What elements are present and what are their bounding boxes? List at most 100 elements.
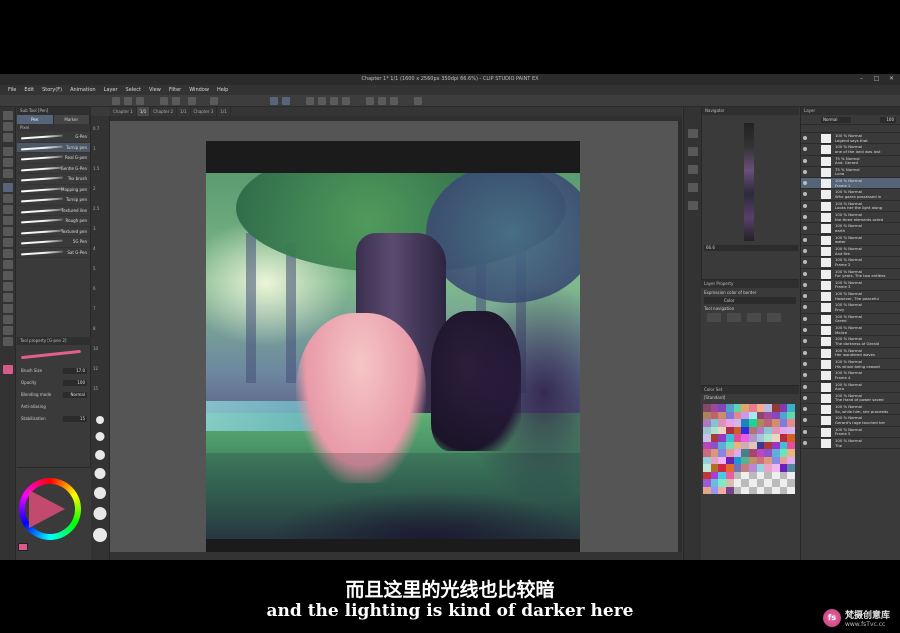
- color-swatch[interactable]: [748, 434, 757, 442]
- info-icon[interactable]: [688, 165, 698, 174]
- color-swatch[interactable]: [733, 426, 742, 434]
- eye-icon[interactable]: [803, 418, 807, 423]
- color-swatch[interactable]: [733, 449, 742, 457]
- color-swatch[interactable]: [741, 471, 749, 479]
- color-swatch[interactable]: [771, 456, 780, 464]
- color-swatch[interactable]: [756, 479, 765, 487]
- color-swatch[interactable]: [741, 434, 749, 442]
- ruler-tool-icon[interactable]: [3, 304, 13, 313]
- layer-row[interactable]: 100 % Normal the three elements acted: [801, 212, 900, 224]
- brush-size-value[interactable]: 17.0: [63, 368, 87, 374]
- selection-tool-icon[interactable]: [3, 147, 13, 156]
- color-swatch[interactable]: [703, 479, 711, 487]
- figure-tool-icon[interactable]: [3, 282, 13, 291]
- eye-icon[interactable]: [803, 271, 807, 276]
- eyedropper-tool-icon[interactable]: [3, 169, 13, 178]
- color-swatch[interactable]: [725, 434, 734, 442]
- color-swatch[interactable]: [764, 404, 772, 412]
- layer-row[interactable]: 75 % Normal And. Gerard: [801, 156, 900, 167]
- color-swatch[interactable]: [718, 464, 726, 472]
- color-swatch[interactable]: [779, 404, 788, 412]
- color-swatch[interactable]: [718, 479, 726, 487]
- color-swatch[interactable]: [764, 449, 772, 457]
- tablet-icon[interactable]: [414, 97, 422, 105]
- layer-row[interactable]: 100 % Normal The darkness of Gerald: [801, 336, 900, 348]
- pencil-tool-icon[interactable]: [3, 194, 13, 203]
- color-swatch[interactable]: [748, 419, 757, 427]
- zoom-out-icon[interactable]: [318, 97, 326, 105]
- eye-icon[interactable]: [803, 316, 807, 321]
- brush-item[interactable]: Real G-pen: [17, 153, 90, 164]
- menu-view[interactable]: View: [145, 85, 165, 95]
- color-swatch[interactable]: [779, 434, 788, 442]
- line-fix-tool-icon[interactable]: [3, 337, 13, 346]
- color-swatch[interactable]: [710, 426, 719, 434]
- layer-row[interactable]: 100 % Normal Aura: [801, 382, 900, 393]
- color-swatch[interactable]: [703, 464, 711, 472]
- ruler-icon[interactable]: [270, 97, 278, 105]
- color-swatch[interactable]: [748, 456, 757, 464]
- blend-tool-icon[interactable]: [3, 249, 13, 258]
- eye-icon[interactable]: [803, 181, 807, 186]
- color-swatch[interactable]: [771, 404, 780, 412]
- color-swatch[interactable]: [748, 426, 757, 434]
- color-swatch[interactable]: [741, 479, 749, 487]
- color-swatch[interactable]: [771, 434, 780, 442]
- color-swatch[interactable]: [710, 479, 719, 487]
- color-swatch[interactable]: [787, 434, 795, 442]
- eye-icon[interactable]: [803, 136, 807, 140]
- layer-row[interactable]: 100 % Normal Frame 5: [801, 427, 900, 439]
- color-swatch[interactable]: [725, 456, 734, 464]
- canvas-viewport[interactable]: [110, 116, 682, 560]
- airbrush-tool-icon[interactable]: [3, 216, 13, 225]
- rotate-left-icon[interactable]: [378, 97, 386, 105]
- layer-row[interactable]: 100 % Normal Frame 4: [801, 370, 900, 382]
- size-dot[interactable]: [94, 468, 106, 479]
- color-swatch[interactable]: [718, 456, 726, 464]
- layer-row[interactable]: 100 % Normal The: [801, 438, 900, 450]
- color-swatch[interactable]: [741, 404, 749, 412]
- size-dot[interactable]: [93, 507, 107, 520]
- color-swatch[interactable]: [741, 419, 749, 427]
- color-swatch[interactable]: [764, 434, 772, 442]
- color-swatch[interactable]: [710, 404, 719, 412]
- menu-window[interactable]: Window: [185, 85, 213, 95]
- snap-icon[interactable]: [282, 97, 290, 105]
- hue-ring[interactable]: [19, 478, 81, 540]
- layer-row[interactable]: 100 % Normal Who gazes possessed in: [801, 189, 900, 201]
- current-color-swatch[interactable]: [18, 543, 28, 551]
- menu-story[interactable]: Story(F): [38, 85, 66, 95]
- blending-select[interactable]: Normal: [63, 392, 87, 398]
- eye-icon[interactable]: [803, 441, 807, 446]
- color-swatch[interactable]: [764, 441, 772, 449]
- eye-icon[interactable]: [803, 226, 807, 231]
- eye-icon[interactable]: [803, 158, 807, 163]
- size-dot[interactable]: [94, 487, 106, 499]
- tab-page-3[interactable]: 1/1: [217, 107, 231, 116]
- eye-icon[interactable]: [803, 339, 807, 344]
- eye-icon[interactable]: [803, 294, 807, 299]
- brush-item[interactable]: Textured line: [17, 206, 90, 216]
- zoom-in-icon[interactable]: [306, 97, 314, 105]
- color-swatch[interactable]: [710, 486, 719, 494]
- color-swatch[interactable]: [741, 411, 749, 419]
- menu-filter[interactable]: Filter: [165, 85, 185, 95]
- color-swatch[interactable]: [710, 419, 719, 427]
- brush-item[interactable]: Turnip pen: [17, 142, 90, 153]
- size-dot[interactable]: [96, 416, 104, 424]
- tab-marker[interactable]: Marker: [53, 115, 90, 124]
- menu-select[interactable]: Select: [122, 85, 145, 95]
- save-icon[interactable]: [136, 97, 144, 105]
- color-swatch[interactable]: [741, 449, 749, 457]
- color-swatch[interactable]: [710, 464, 719, 472]
- color-swatch[interactable]: [787, 486, 795, 494]
- navigator-toggle-icon[interactable]: [688, 129, 698, 138]
- color-swatch[interactable]: [756, 404, 765, 412]
- color-swatch[interactable]: [748, 411, 757, 419]
- color-swatch[interactable]: [764, 464, 772, 472]
- color-swatch[interactable]: [771, 426, 780, 434]
- color-swatch[interactable]: [703, 434, 711, 442]
- color-swatch[interactable]: [725, 441, 734, 449]
- color-swatch[interactable]: [703, 449, 711, 457]
- layer-row[interactable]: 100 % Normal Legend says that: [801, 133, 900, 145]
